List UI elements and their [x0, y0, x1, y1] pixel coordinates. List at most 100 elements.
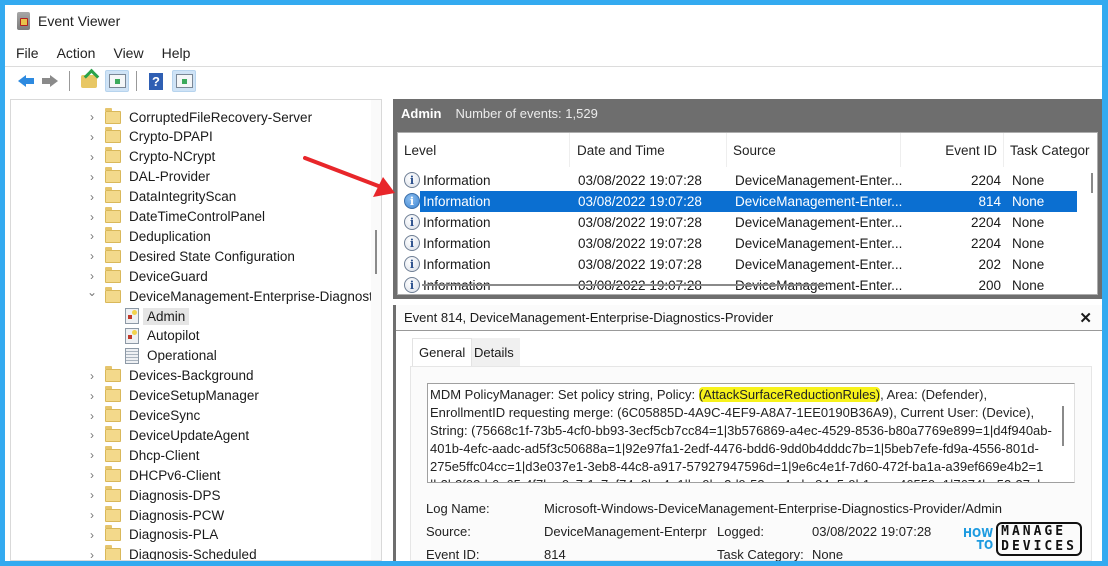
- column-header-date-and-time[interactable]: Date and Time: [570, 133, 727, 167]
- tree-item[interactable]: › DeviceSync: [11, 406, 200, 426]
- tree-item[interactable]: › Crypto-NCrypt: [11, 147, 215, 167]
- event-row[interactable]: iInformation 03/08/2022 19:07:28 DeviceMan…: [404, 191, 1077, 212]
- chevron-right-icon[interactable]: ›: [87, 548, 97, 560]
- menu-help[interactable]: Help: [162, 45, 191, 61]
- chevron-right-icon[interactable]: ›: [87, 389, 97, 403]
- chevron-down-icon[interactable]: ⌄: [87, 285, 97, 299]
- cell-source: DeviceManagement-Enter...: [735, 236, 903, 251]
- chevron-right-icon[interactable]: ›: [87, 130, 97, 144]
- chevron-right-icon[interactable]: ›: [87, 249, 97, 263]
- chevron-right-icon[interactable]: ›: [87, 150, 97, 164]
- tree-item[interactable]: › Dhcp-Client: [11, 445, 200, 465]
- help-button[interactable]: ?: [144, 70, 168, 92]
- menu-file[interactable]: File: [16, 45, 39, 61]
- event-message[interactable]: MDM PolicyManager: Set policy string, Po…: [427, 383, 1075, 483]
- list-header-bar: Admin Number of events: 1,529: [393, 99, 1102, 127]
- tree-item-label: Devices-Background: [129, 368, 254, 384]
- message-text: , Area: (Defender),: [880, 387, 988, 402]
- cell-source: DeviceManagement-Enter...: [735, 194, 903, 209]
- tree-item[interactable]: Operational: [11, 346, 217, 366]
- tree-item[interactable]: › DateTimeControlPanel: [11, 207, 265, 227]
- tree-item[interactable]: › Deduplication: [11, 226, 211, 246]
- source-label: Source:: [426, 524, 471, 539]
- tree-item[interactable]: Admin: [11, 306, 190, 326]
- chevron-right-icon[interactable]: ›: [87, 110, 97, 124]
- tree-item-label: DeviceUpdateAgent: [129, 427, 250, 443]
- cell-level: Information: [423, 215, 491, 230]
- chevron-right-icon[interactable]: ›: [87, 508, 97, 522]
- chevron-right-icon[interactable]: ›: [87, 488, 97, 502]
- tree-item[interactable]: › Desired State Configuration: [11, 246, 295, 266]
- folder-icon: [105, 505, 121, 522]
- tree-item[interactable]: › Diagnosis-PCW: [11, 505, 224, 525]
- chevron-right-icon[interactable]: ›: [87, 448, 97, 462]
- tree-item-label: Diagnosis-PCW: [129, 507, 225, 523]
- cell-task: None: [1012, 257, 1045, 272]
- event-row[interactable]: iInformation 03/08/2022 19:07:28 DeviceMan…: [404, 254, 1077, 275]
- cell-task: None: [1012, 278, 1045, 293]
- tree-item[interactable]: › Diagnosis-PLA: [11, 525, 218, 545]
- chevron-right-icon[interactable]: ›: [87, 269, 97, 283]
- tab-general[interactable]: General: [412, 338, 473, 366]
- event-row[interactable]: iInformation 03/08/2022 19:07:28 DeviceMan…: [404, 170, 1077, 191]
- close-icon[interactable]: ✕: [1079, 309, 1092, 327]
- column-header-level[interactable]: Level: [398, 133, 570, 167]
- show-hide-console-tree-button[interactable]: [105, 70, 129, 92]
- chevron-right-icon[interactable]: ›: [87, 369, 97, 383]
- menu-view[interactable]: View: [113, 45, 143, 61]
- chevron-right-icon[interactable]: ›: [87, 468, 97, 482]
- cell-datetime: 03/08/2022 19:07:28: [578, 194, 702, 209]
- chevron-right-icon[interactable]: ›: [87, 190, 97, 204]
- tree-item[interactable]: › Diagnosis-DPS: [11, 485, 221, 505]
- back-button[interactable]: [10, 70, 34, 92]
- tree-item-label: CorruptedFileRecovery-Server: [129, 109, 313, 125]
- message-text: MDM PolicyManager: Set policy string, Po…: [430, 387, 699, 402]
- tree-item[interactable]: › DAL-Provider: [11, 167, 210, 187]
- tree-item[interactable]: › Crypto-DPAPI: [11, 127, 213, 147]
- list-horizontal-scrollbar[interactable]: [422, 284, 827, 286]
- tree-item[interactable]: › DataIntegrityScan: [11, 187, 236, 207]
- chevron-right-icon[interactable]: ›: [87, 528, 97, 542]
- tree-item[interactable]: ⌄ DeviceManagement-Enterprise-Diagnostic: [11, 285, 381, 306]
- message-line: |b2b3f03d-6a65-4f7b-a9c7-1c7ef74a9ba4=1|…: [430, 476, 1074, 482]
- message-line: 401b-4efc-aadc-ad5f3c50688a=1|92e97fa1-2…: [430, 441, 1039, 456]
- cell-level: Information: [423, 194, 491, 209]
- column-header-task-category[interactable]: Task Categor: [1004, 133, 1097, 167]
- column-header-source[interactable]: Source: [727, 133, 901, 167]
- tree-item[interactable]: › Devices-Background: [11, 366, 254, 386]
- folder-icon: [105, 425, 121, 442]
- message-scrollbar[interactable]: [1062, 406, 1064, 446]
- chevron-right-icon[interactable]: ›: [87, 229, 97, 243]
- tree-scrollbar-thumb[interactable]: [375, 230, 377, 274]
- column-header-event-id[interactable]: Event ID: [901, 133, 1004, 167]
- event-list-pane: Level Date and Time Source Event ID Task…: [393, 127, 1102, 299]
- tree-item[interactable]: › DeviceSetupManager: [11, 386, 259, 406]
- up-one-level-button[interactable]: [77, 70, 101, 92]
- chevron-right-icon[interactable]: ›: [87, 428, 97, 442]
- event-row[interactable]: iInformation 03/08/2022 19:07:28 DeviceMan…: [404, 233, 1077, 254]
- information-icon: i: [404, 214, 420, 230]
- chevron-right-icon[interactable]: ›: [87, 210, 97, 224]
- chevron-right-icon[interactable]: ›: [87, 170, 97, 184]
- cell-event-id: 2204: [970, 173, 1001, 188]
- show-hide-action-pane-button[interactable]: [172, 70, 196, 92]
- chevron-right-icon[interactable]: ›: [87, 409, 97, 423]
- tree-item-label: Dhcp-Client: [129, 447, 200, 463]
- tree-item[interactable]: › DeviceUpdateAgent: [11, 425, 249, 445]
- cell-level: Information: [423, 236, 491, 251]
- event-viewer-window: Event Viewer File Action View Help ? › Co…: [5, 5, 1102, 561]
- tree-item[interactable]: › Diagnosis-Scheduled: [11, 545, 257, 560]
- tree-item-label: Crypto-NCrypt: [129, 149, 216, 165]
- logo-box: MANAGE DEVICES: [996, 522, 1082, 556]
- cell-event-id: 200: [978, 278, 1001, 293]
- tree-item[interactable]: Autopilot: [11, 326, 200, 346]
- tree-item[interactable]: › DHCPv6-Client: [11, 465, 221, 485]
- tab-details[interactable]: Details: [468, 338, 520, 366]
- event-row[interactable]: iInformation 03/08/2022 19:07:28 DeviceMan…: [404, 212, 1077, 233]
- forward-button[interactable]: [38, 70, 62, 92]
- menu-action[interactable]: Action: [57, 45, 96, 61]
- tree-item[interactable]: › DeviceGuard: [11, 266, 208, 286]
- list-vertical-scrollbar[interactable]: [1091, 173, 1093, 193]
- tree-item[interactable]: › CorruptedFileRecovery-Server: [11, 107, 312, 127]
- menu-bar: File Action View Help: [5, 39, 1102, 67]
